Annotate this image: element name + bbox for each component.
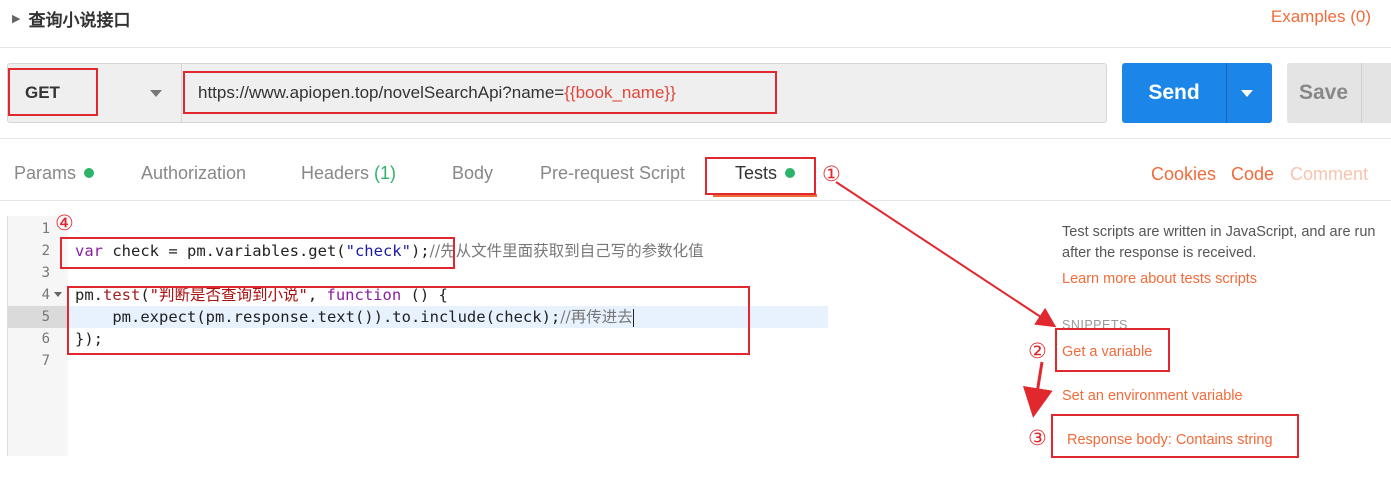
arrow-to-get-variable (835, 181, 1057, 328)
annotation-arrows (835, 181, 1057, 418)
arrow-to-contains-string (1022, 361, 1053, 418)
